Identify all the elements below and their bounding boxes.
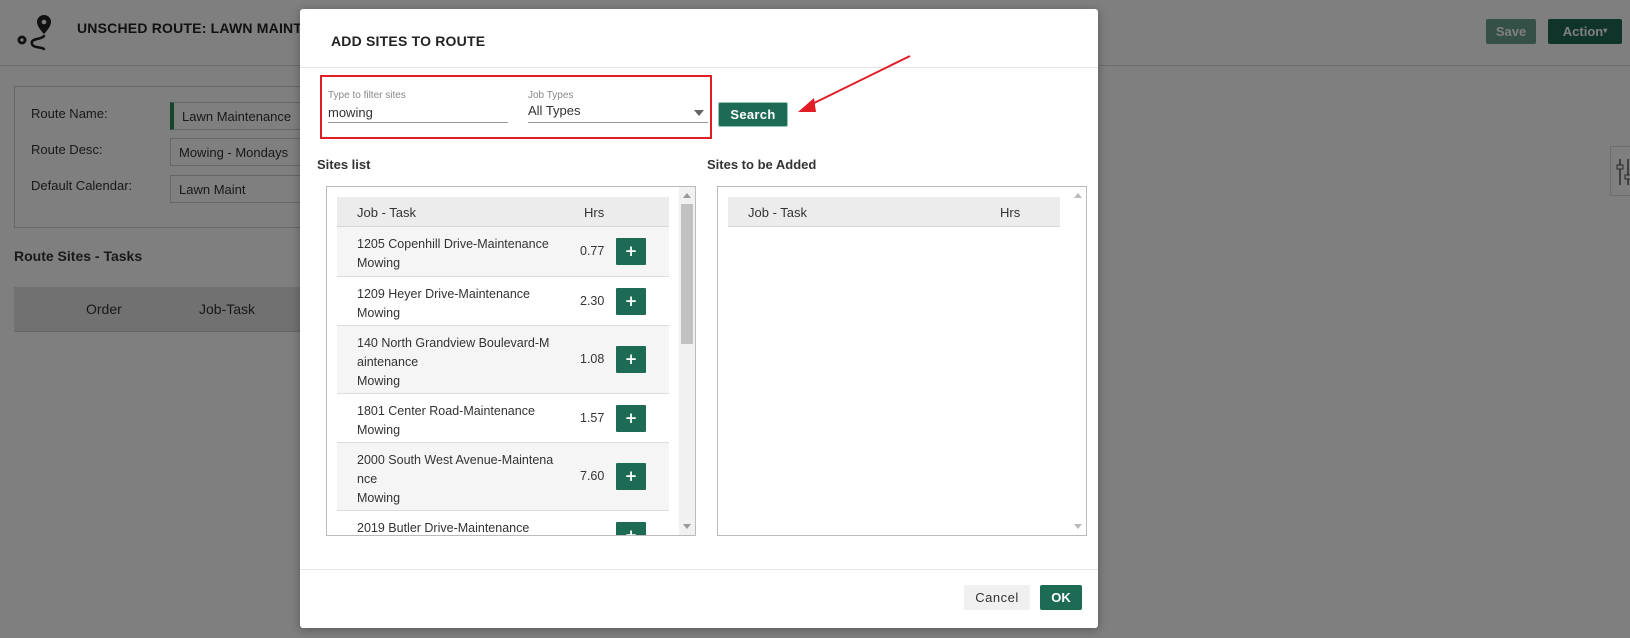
add-site-button[interactable]: +: [616, 405, 646, 432]
job-types-value: All Types: [528, 103, 581, 118]
site-name-line: 1205 Copenhill Drive-Maintenance: [357, 237, 549, 251]
sites-list-body: 1205 Copenhill Drive-Maintenance Mowing 0…: [337, 227, 669, 535]
site-hrs: 2.30: [580, 294, 605, 308]
site-name-line: nce: [357, 472, 378, 486]
site-name-line: 2019 Butler Drive-Maintenance: [357, 521, 530, 535]
site-name: 1205 Copenhill Drive-Maintenance Mowing: [357, 235, 562, 273]
sites-list-scrollbar[interactable]: [679, 187, 695, 535]
list-item: 1205 Copenhill Drive-Maintenance Mowing 0…: [337, 227, 669, 277]
sites-to-add-table: Job - Task Hrs: [728, 197, 1060, 535]
sites-list-table: Job - Task Hrs 1205 Copenhill Drive-Main…: [337, 197, 669, 535]
site-hrs: 1.57: [580, 411, 605, 425]
job-task-header: Job - Task: [357, 205, 417, 220]
sites-to-add-panel[interactable]: Job - Task Hrs: [717, 186, 1087, 536]
site-filter-group: Type to filter sites: [328, 90, 508, 123]
sites-to-add-title: Sites to be Added: [707, 157, 817, 172]
sites-list-panel[interactable]: Job - Task Hrs 1205 Copenhill Drive-Main…: [326, 186, 696, 536]
job-types-select[interactable]: All Types: [528, 103, 708, 123]
site-name: 1801 Center Road-Maintenance Mowing: [357, 402, 562, 440]
site-name-line: 1801 Center Road-Maintenance: [357, 404, 535, 418]
add-site-button[interactable]: +: [616, 288, 646, 315]
add-site-button[interactable]: +: [616, 238, 646, 265]
sites-to-add-scrollbar[interactable]: [1070, 187, 1086, 535]
list-item: 2019 Butler Drive-Maintenance +: [337, 511, 669, 535]
site-hrs: 1.08: [580, 352, 605, 366]
site-task: Mowing: [357, 491, 401, 505]
scroll-thumb[interactable]: [681, 204, 693, 344]
annotation-arrow-icon: [798, 55, 911, 112]
ok-button[interactable]: OK: [1040, 585, 1082, 610]
site-hrs: 0.77: [580, 244, 605, 258]
filter-highlight-box: Type to filter sites Job Types All Types: [320, 75, 712, 139]
site-name-line: 1209 Heyer Drive-Maintenance: [357, 287, 531, 301]
modal-footer: Cancel OK: [300, 569, 1098, 628]
site-task: Mowing: [357, 306, 401, 320]
scroll-up-icon[interactable]: [683, 193, 691, 198]
site-name: 2019 Butler Drive-Maintenance: [357, 519, 562, 535]
site-name: 140 North Grandview Boulevard-M aintenanc…: [357, 334, 562, 391]
add-site-button[interactable]: +: [616, 346, 646, 373]
scroll-down-icon[interactable]: [1074, 524, 1082, 529]
search-button[interactable]: Search: [718, 102, 788, 127]
site-name-line: aintenance: [357, 355, 419, 369]
site-hrs: 7.60: [580, 469, 605, 483]
job-types-label: Job Types: [528, 90, 574, 101]
hrs-header: Hrs: [1000, 205, 1021, 220]
add-site-button[interactable]: +: [616, 463, 646, 490]
sites-list-header: Job - Task Hrs: [337, 197, 669, 227]
list-item: 1801 Center Road-Maintenance Mowing 1.57 …: [337, 394, 669, 443]
add-sites-modal: ADD SITES TO ROUTE Type to filter sites …: [300, 9, 1098, 628]
site-filter-label: Type to filter sites: [328, 90, 406, 101]
site-name-line: 2000 South West Avenue-Maintena: [357, 453, 554, 467]
site-task: Mowing: [357, 374, 401, 388]
sites-to-add-header: Job - Task Hrs: [728, 197, 1060, 227]
hrs-header: Hrs: [584, 205, 605, 220]
site-filter-input[interactable]: [328, 103, 508, 123]
chevron-down-icon: [694, 110, 704, 116]
job-task-header: Job - Task: [748, 205, 808, 220]
cancel-button[interactable]: Cancel: [964, 585, 1030, 610]
job-types-group: Job Types All Types: [528, 90, 708, 123]
scroll-down-icon[interactable]: [683, 524, 691, 529]
site-name: 1209 Heyer Drive-Maintenance Mowing: [357, 285, 562, 323]
modal-header: ADD SITES TO ROUTE: [300, 9, 1098, 68]
list-item: 2000 South West Avenue-Maintena nce Mowing…: [337, 443, 669, 511]
site-name-line: 140 North Grandview Boulevard-M: [357, 336, 550, 350]
add-site-button[interactable]: +: [616, 522, 646, 535]
list-item: 1209 Heyer Drive-Maintenance Mowing 2.30 …: [337, 277, 669, 326]
list-item: 140 North Grandview Boulevard-M aintenanc…: [337, 326, 669, 394]
site-task: Mowing: [357, 423, 401, 437]
sites-list-title: Sites list: [317, 157, 371, 172]
modal-title: ADD SITES TO ROUTE: [331, 33, 486, 49]
site-name: 2000 South West Avenue-Maintena nce Mowing: [357, 451, 562, 508]
site-task: Mowing: [357, 256, 401, 270]
scroll-up-icon[interactable]: [1074, 193, 1082, 198]
